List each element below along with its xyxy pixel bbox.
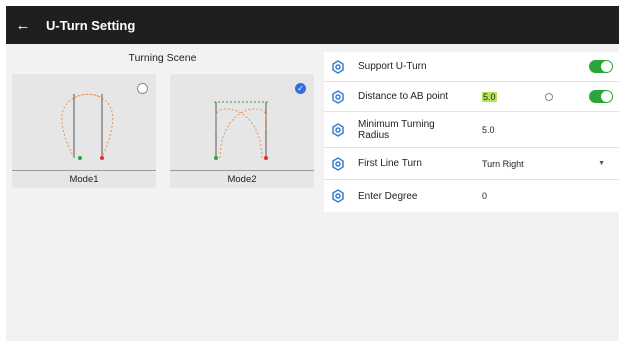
enter-degree-input[interactable]: 0: [482, 191, 487, 201]
distance-ab-input[interactable]: 5.0: [482, 91, 497, 102]
settings-gear-icon: [332, 89, 344, 104]
first-line-turn-select[interactable]: Turn Right: [482, 159, 524, 169]
min-radius-input[interactable]: 5.0: [482, 125, 495, 135]
distance-ab-toggle[interactable]: [589, 90, 613, 103]
mode2-label: Mode2: [170, 170, 314, 188]
first-line-turn-label: First Line Turn: [358, 158, 422, 169]
mode2-radio-checked[interactable]: ✓: [295, 83, 306, 94]
turning-scene-title: Turning Scene: [128, 52, 197, 64]
min-radius-row: Minimum Turning Radius 5.0: [324, 112, 619, 148]
back-arrow-icon[interactable]: ←: [6, 17, 40, 34]
settings-gear-icon: [332, 156, 344, 171]
support-uturn-row: Support U-Turn: [324, 52, 619, 82]
min-radius-label: Minimum Turning Radius: [358, 118, 435, 141]
distance-ab-row: Distance to AB point 5.0: [324, 82, 619, 112]
page-title: U-Turn Setting: [46, 17, 136, 33]
distance-ab-label: Distance to AB point: [358, 91, 449, 102]
mode1-radio[interactable]: [137, 83, 148, 94]
support-uturn-label: Support U-Turn: [358, 61, 427, 72]
mode1-card[interactable]: Mode1: [12, 74, 156, 188]
settings-gear-icon: [332, 59, 344, 74]
app-header: ← U-Turn Setting: [6, 6, 619, 44]
enter-degree-row: Enter Degree 0: [324, 180, 619, 212]
mode2-diagram: [214, 101, 268, 160]
support-uturn-toggle[interactable]: [589, 60, 613, 73]
mode1-label: Mode1: [12, 170, 156, 188]
settings-gear-icon: [332, 122, 344, 137]
main-content: Turning Scene Mode1 ✓ Mode2 Support U-Tu…: [6, 44, 619, 341]
mode1-diagram: [61, 93, 114, 160]
settings-panel: Support U-Turn Distance to AB point 5.0 …: [324, 52, 619, 212]
first-line-turn-row: First Line Turn Turn Right ▼: [324, 148, 619, 180]
mode2-card[interactable]: ✓ Mode2: [170, 74, 314, 188]
enter-degree-label: Enter Degree: [358, 190, 418, 202]
location-target-icon[interactable]: [545, 92, 553, 101]
chevron-down-icon[interactable]: ▼: [598, 160, 605, 167]
settings-gear-icon: [332, 189, 344, 203]
